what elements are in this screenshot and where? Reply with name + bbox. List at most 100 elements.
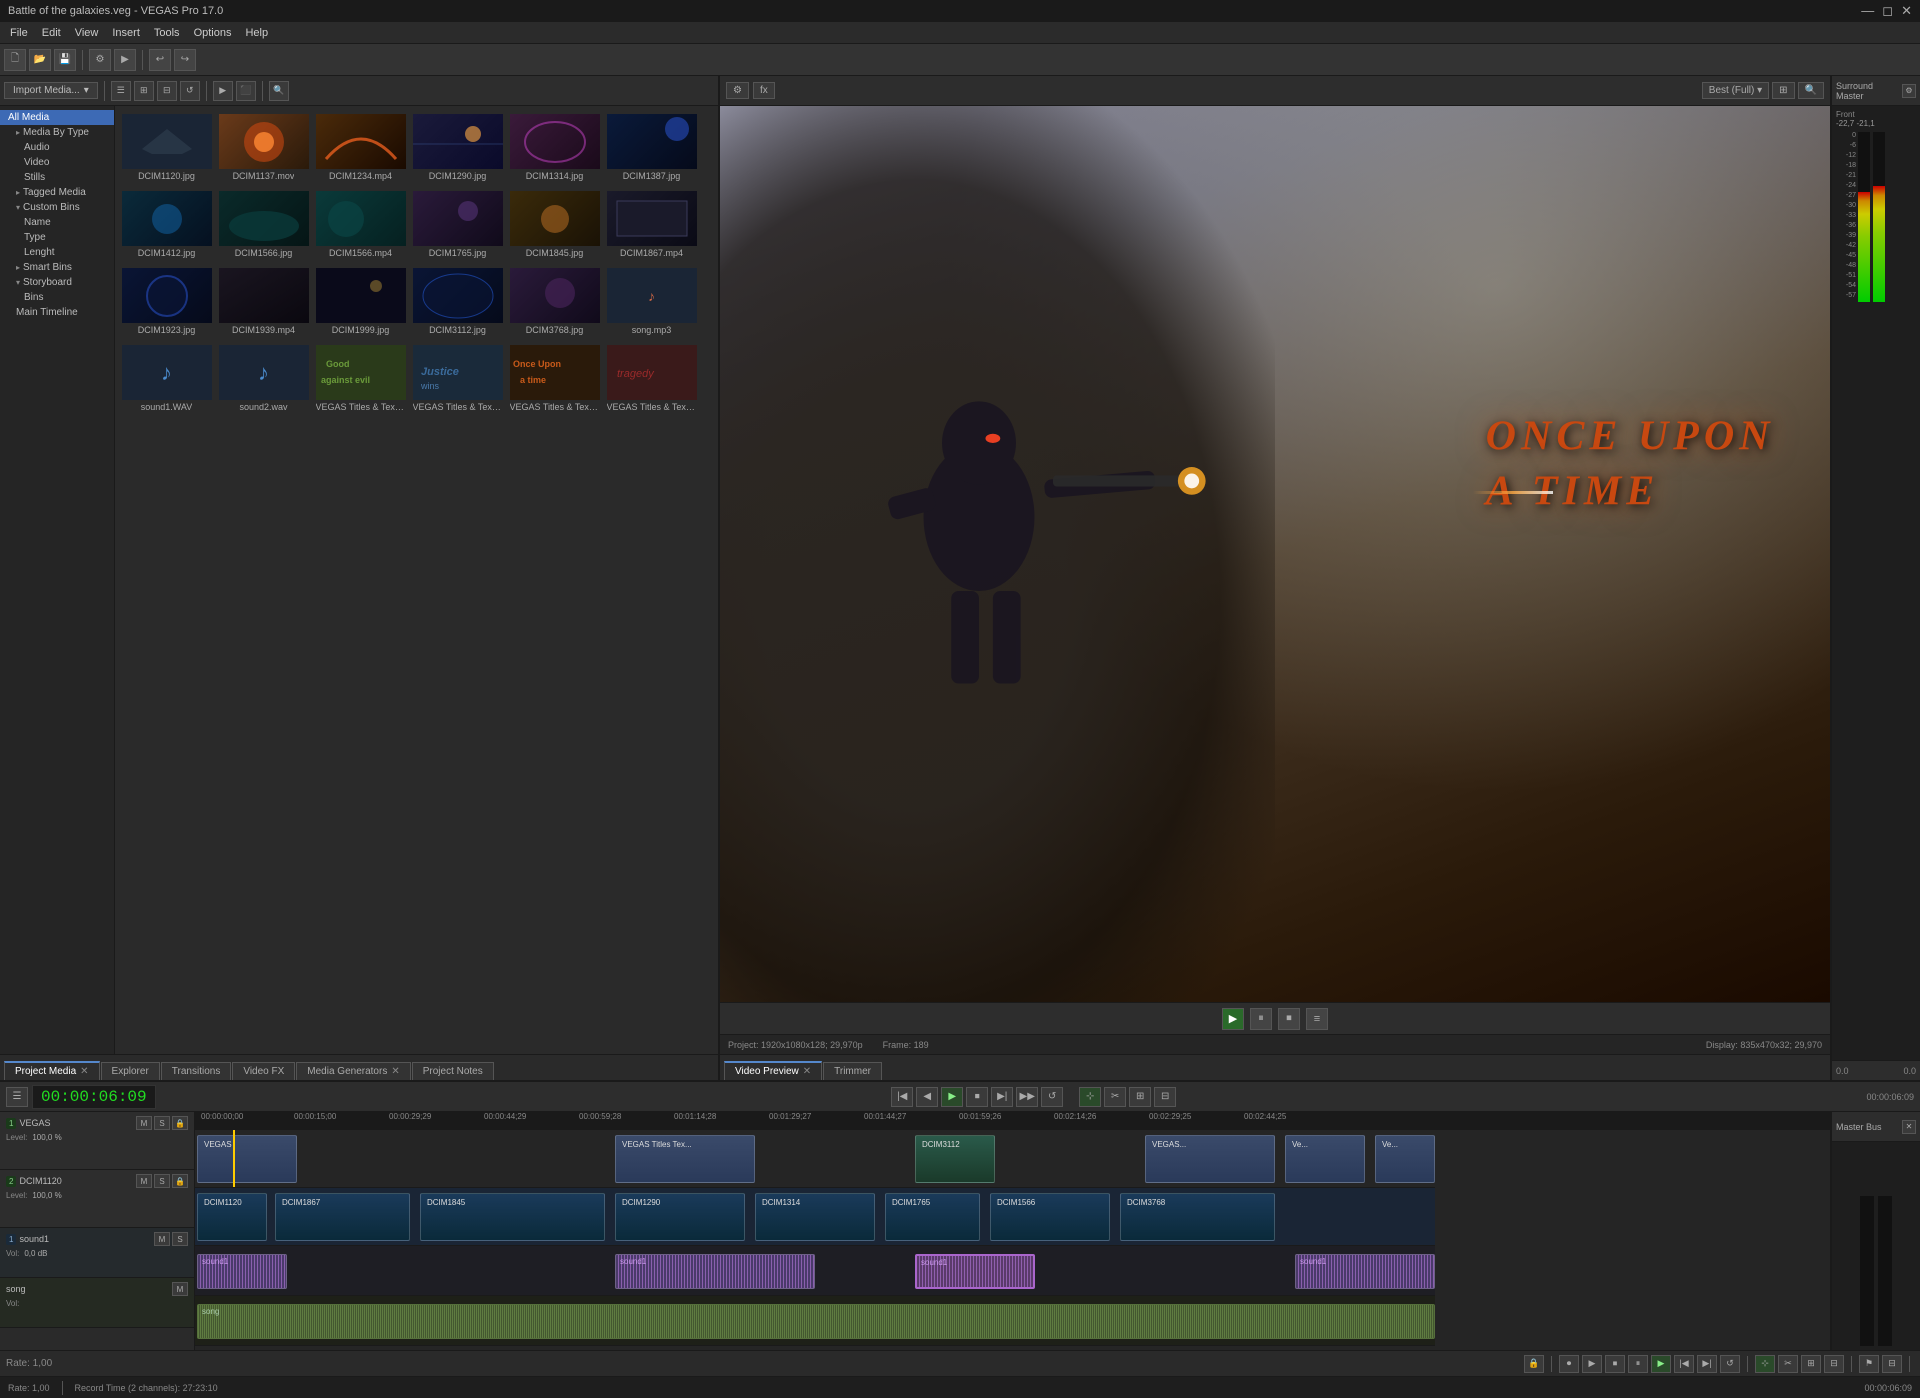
new-project-button[interactable]: 🗋 bbox=[4, 49, 26, 71]
tab-video-fx[interactable]: Video FX bbox=[232, 1062, 295, 1080]
menu-options[interactable]: Options bbox=[188, 25, 238, 41]
media-item[interactable]: DCIM3768.jpg bbox=[507, 264, 602, 339]
tab-close-icon[interactable]: ✕ bbox=[803, 1066, 811, 1077]
timeline-loop-button[interactable]: ↺ bbox=[1041, 1087, 1063, 1107]
tab-project-notes[interactable]: Project Notes bbox=[412, 1062, 494, 1080]
menu-insert[interactable]: Insert bbox=[106, 25, 146, 41]
open-button[interactable]: 📂 bbox=[29, 49, 51, 71]
tree-item-stills[interactable]: Stills bbox=[0, 170, 114, 185]
track-mute-button[interactable]: M bbox=[136, 1116, 152, 1130]
media-item[interactable]: DCIM1566.jpg bbox=[216, 187, 311, 262]
tab-close-icon[interactable]: ✕ bbox=[391, 1066, 399, 1077]
media-item[interactable]: DCIM1314.jpg bbox=[507, 110, 602, 185]
timeline-home-button[interactable]: |◀ bbox=[891, 1087, 913, 1107]
video-clip[interactable]: DCIM1314 bbox=[755, 1193, 875, 1241]
video-clip[interactable]: VEGAS Titles Tex... bbox=[615, 1135, 755, 1183]
track-solo-button[interactable]: S bbox=[172, 1232, 188, 1246]
media-item[interactable]: DCIM1137.mov bbox=[216, 110, 311, 185]
tab-media-generators[interactable]: Media Generators ✕ bbox=[296, 1062, 410, 1080]
video-clip[interactable]: Ve... bbox=[1285, 1135, 1365, 1183]
song-clip[interactable]: song bbox=[197, 1304, 1435, 1339]
meter-settings-button[interactable]: ⚙ bbox=[1902, 84, 1916, 98]
video-clip[interactable]: DCIM1867 bbox=[275, 1193, 410, 1241]
media-item[interactable]: DCIM1999.jpg bbox=[313, 264, 408, 339]
next-frame-button[interactable]: ▶| bbox=[1697, 1355, 1717, 1373]
video-clip[interactable]: DCIM1290 bbox=[615, 1193, 745, 1241]
trim-tool-button-bottom[interactable]: ✂ bbox=[1778, 1355, 1798, 1373]
pause-bottom-button[interactable]: ⏸ bbox=[1628, 1355, 1648, 1373]
media-item[interactable]: ♪ song.mp3 bbox=[604, 264, 699, 339]
play-green-button[interactable]: ▶ bbox=[1651, 1355, 1671, 1373]
track-mute-button[interactable]: M bbox=[154, 1232, 170, 1246]
stop-bottom-button[interactable]: ⏹ bbox=[1605, 1355, 1625, 1373]
tree-item-audio[interactable]: Audio bbox=[0, 140, 114, 155]
preview-menu-button[interactable]: ≡ bbox=[1306, 1008, 1328, 1030]
tree-item-main-timeline[interactable]: Main Timeline bbox=[0, 305, 114, 320]
region-button[interactable]: ⊟ bbox=[1882, 1355, 1902, 1373]
marker-button[interactable]: ⚑ bbox=[1859, 1355, 1879, 1373]
preview-stop-button[interactable]: ⏹ bbox=[1278, 1008, 1300, 1030]
loop-bottom-button[interactable]: ↺ bbox=[1720, 1355, 1740, 1373]
timeline-next-button[interactable]: ▶| bbox=[991, 1087, 1013, 1107]
media-item[interactable]: ♪ sound1.WAV bbox=[119, 341, 214, 416]
media-item[interactable]: DCIM1923.jpg bbox=[119, 264, 214, 339]
tree-item-lenght[interactable]: Lenght bbox=[0, 245, 114, 260]
titlebar-controls[interactable]: — ◻ ✕ bbox=[1861, 3, 1912, 19]
tab-transitions[interactable]: Transitions bbox=[161, 1062, 232, 1080]
select-tool-button[interactable]: ⊹ bbox=[1755, 1355, 1775, 1373]
media-item[interactable]: DCIM1290.jpg bbox=[410, 110, 505, 185]
video-clip[interactable]: DCIM1120 bbox=[197, 1193, 267, 1241]
stop-button[interactable]: ⬛ bbox=[236, 81, 256, 101]
tab-explorer[interactable]: Explorer bbox=[101, 1062, 160, 1080]
tab-project-media[interactable]: Project Media ✕ bbox=[4, 1061, 100, 1080]
close-button[interactable]: ✕ bbox=[1901, 3, 1912, 19]
preview-fx-button[interactable]: fx bbox=[753, 82, 775, 99]
zoom-button[interactable]: 🔍 bbox=[269, 81, 289, 101]
master-bus-close-button[interactable]: ✕ bbox=[1902, 1120, 1916, 1134]
track-mute-button[interactable]: M bbox=[172, 1282, 188, 1296]
tree-item-bins[interactable]: Bins bbox=[0, 290, 114, 305]
selection-tool-button[interactable]: ⊹ bbox=[1079, 1087, 1101, 1107]
video-clip[interactable]: DCIM1765 bbox=[885, 1193, 980, 1241]
preview-zoom-button[interactable]: 🔍 bbox=[1798, 82, 1824, 99]
menu-view[interactable]: View bbox=[69, 25, 105, 41]
tree-item-smart-bins[interactable]: ▸ Smart Bins bbox=[0, 260, 114, 275]
media-item[interactable]: DCIM1120.jpg bbox=[119, 110, 214, 185]
tree-item-tagged-media[interactable]: ▸ Tagged Media bbox=[0, 185, 114, 200]
undo-button[interactable]: ↩ bbox=[149, 49, 171, 71]
preview-settings-button[interactable]: ⚙ bbox=[726, 82, 749, 99]
view-grid-button[interactable]: ⊞ bbox=[134, 81, 154, 101]
media-item[interactable]: DCIM1566.mp4 bbox=[313, 187, 408, 262]
render-button[interactable]: ▶ bbox=[114, 49, 136, 71]
audio-clip[interactable]: sound1 bbox=[615, 1254, 815, 1289]
timeline-menu-button[interactable]: ☰ bbox=[6, 1087, 28, 1107]
menu-edit[interactable]: Edit bbox=[36, 25, 67, 41]
media-item[interactable]: Once Upona time VEGAS Titles & Text Once… bbox=[507, 341, 602, 416]
snap-button[interactable]: ⊟ bbox=[1154, 1087, 1176, 1107]
trim-tool-button[interactable]: ✂ bbox=[1104, 1087, 1126, 1107]
rate-lock-button[interactable]: 🔒 bbox=[1524, 1355, 1544, 1373]
audio-clip[interactable]: sound1 bbox=[1295, 1254, 1435, 1289]
media-item[interactable]: DCIM1234.mp4 bbox=[313, 110, 408, 185]
media-item[interactable]: Justicewins VEGAS Titles & Text Justice … bbox=[410, 341, 505, 416]
import-media-button[interactable]: Import Media... ▾ bbox=[4, 82, 98, 99]
track-mute-button[interactable]: M bbox=[136, 1174, 152, 1188]
track-lock-button[interactable]: 🔒 bbox=[172, 1116, 188, 1130]
video-clip[interactable]: DCIM3768 bbox=[1120, 1193, 1275, 1241]
track-solo-button[interactable]: S bbox=[154, 1174, 170, 1188]
video-clip[interactable]: DCIM1845 bbox=[420, 1193, 605, 1241]
timeline-play-button[interactable]: ▶ bbox=[941, 1087, 963, 1107]
media-item[interactable]: DCIM1412.jpg bbox=[119, 187, 214, 262]
play-button[interactable]: ▶ bbox=[213, 81, 233, 101]
tab-video-preview[interactable]: Video Preview ✕ bbox=[724, 1061, 822, 1080]
media-item[interactable]: ♪ sound2.wav bbox=[216, 341, 311, 416]
video-clip[interactable]: DCIM3112 bbox=[915, 1135, 995, 1183]
video-clip[interactable]: VEGAS... bbox=[1145, 1135, 1275, 1183]
audio-clip[interactable]: sound1 bbox=[197, 1254, 287, 1289]
tab-trimmer[interactable]: Trimmer bbox=[823, 1062, 882, 1080]
view-list-button[interactable]: ☰ bbox=[111, 81, 131, 101]
preview-play-button[interactable]: ▶ bbox=[1222, 1008, 1244, 1030]
media-item[interactable]: DCIM1387.jpg bbox=[604, 110, 699, 185]
video-clip[interactable]: DCIM1566 bbox=[990, 1193, 1110, 1241]
tree-item-all-media[interactable]: All Media bbox=[0, 110, 114, 125]
